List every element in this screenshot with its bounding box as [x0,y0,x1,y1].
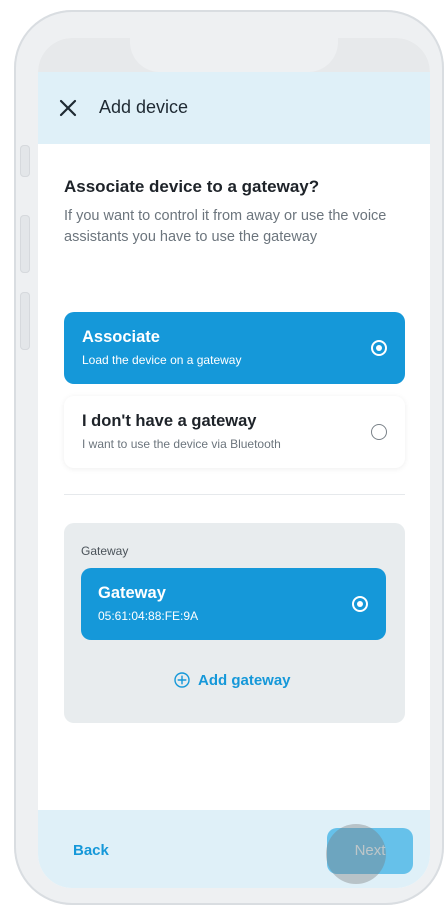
app-header: Add device [38,72,430,144]
footer-bar: Back Next [38,810,430,888]
gateway-item[interactable]: Gateway 05:61:04:88:FE:9A [81,568,386,640]
side-button-volume-up [20,215,30,273]
status-bar [38,38,430,72]
gateway-name: Gateway [98,584,166,602]
radio-selected-icon[interactable] [371,340,387,356]
question-hint: If you want to control it from away or u… [64,208,387,245]
question-title: Associate device to a gateway? [64,177,320,196]
section-divider [64,494,405,495]
next-button-label: Next [354,842,386,859]
option-no-gateway[interactable]: I don't have a gateway I want to use the… [64,396,405,468]
add-gateway-button[interactable]: Add gateway [174,670,291,690]
side-button-volume-down [20,292,30,350]
option-subtitle: I want to use the device via Bluetooth [82,437,281,451]
option-associate[interactable]: Associate Load the device on a gateway [64,312,405,384]
option-subtitle: Load the device on a gateway [82,353,242,367]
close-icon[interactable] [58,98,78,118]
plus-circle-icon [174,672,190,688]
radio-unselected-icon[interactable] [371,424,387,440]
gateway-mac-address: 05:61:04:88:FE:9A [98,609,199,623]
page-title: Add device [99,97,189,117]
option-title: I don't have a gateway [82,412,257,430]
back-button[interactable]: Back [73,842,109,859]
notch [130,38,338,72]
gateway-panel: Gateway Gateway 05:61:04:88:FE:9A Add ga… [64,523,405,723]
option-title: Associate [82,328,160,346]
side-button-mute [20,145,30,177]
app-screen: Add device Associate device to a gateway… [38,38,430,888]
add-gateway-label: Add gateway [198,671,291,689]
radio-selected-icon[interactable] [352,596,368,612]
gateway-section-label: Gateway [81,544,129,558]
next-button[interactable]: Next [327,828,413,874]
